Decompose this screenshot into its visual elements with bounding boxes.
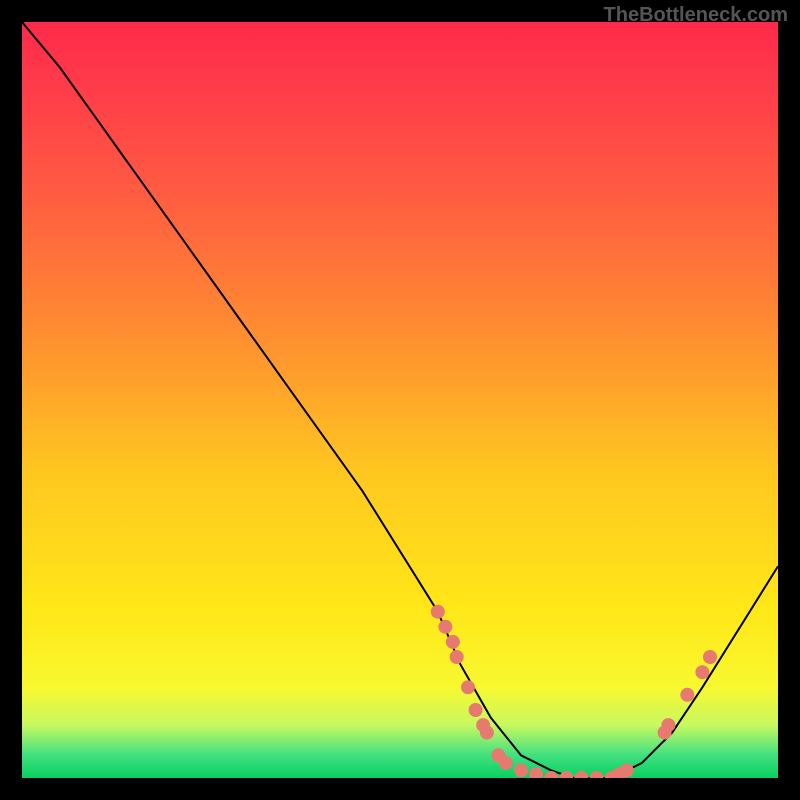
data-marker (695, 665, 709, 679)
data-marker (431, 605, 445, 619)
data-marker (469, 703, 483, 717)
data-markers (431, 605, 717, 778)
data-marker (574, 771, 588, 778)
data-marker (499, 756, 513, 770)
data-marker (446, 635, 460, 649)
data-marker (703, 650, 717, 664)
data-marker (590, 771, 604, 778)
data-marker (514, 763, 528, 777)
data-marker (450, 650, 464, 664)
curve-svg (22, 22, 778, 778)
data-marker (620, 763, 634, 777)
data-marker (661, 718, 675, 732)
plot-area (22, 22, 778, 778)
watermark-text: TheBottleneck.com (604, 4, 788, 27)
data-marker (438, 620, 452, 634)
data-marker (529, 767, 543, 778)
data-marker (461, 680, 475, 694)
bottleneck-curve (22, 22, 778, 778)
data-marker (680, 688, 694, 702)
data-marker (559, 771, 573, 778)
data-marker (480, 726, 494, 740)
